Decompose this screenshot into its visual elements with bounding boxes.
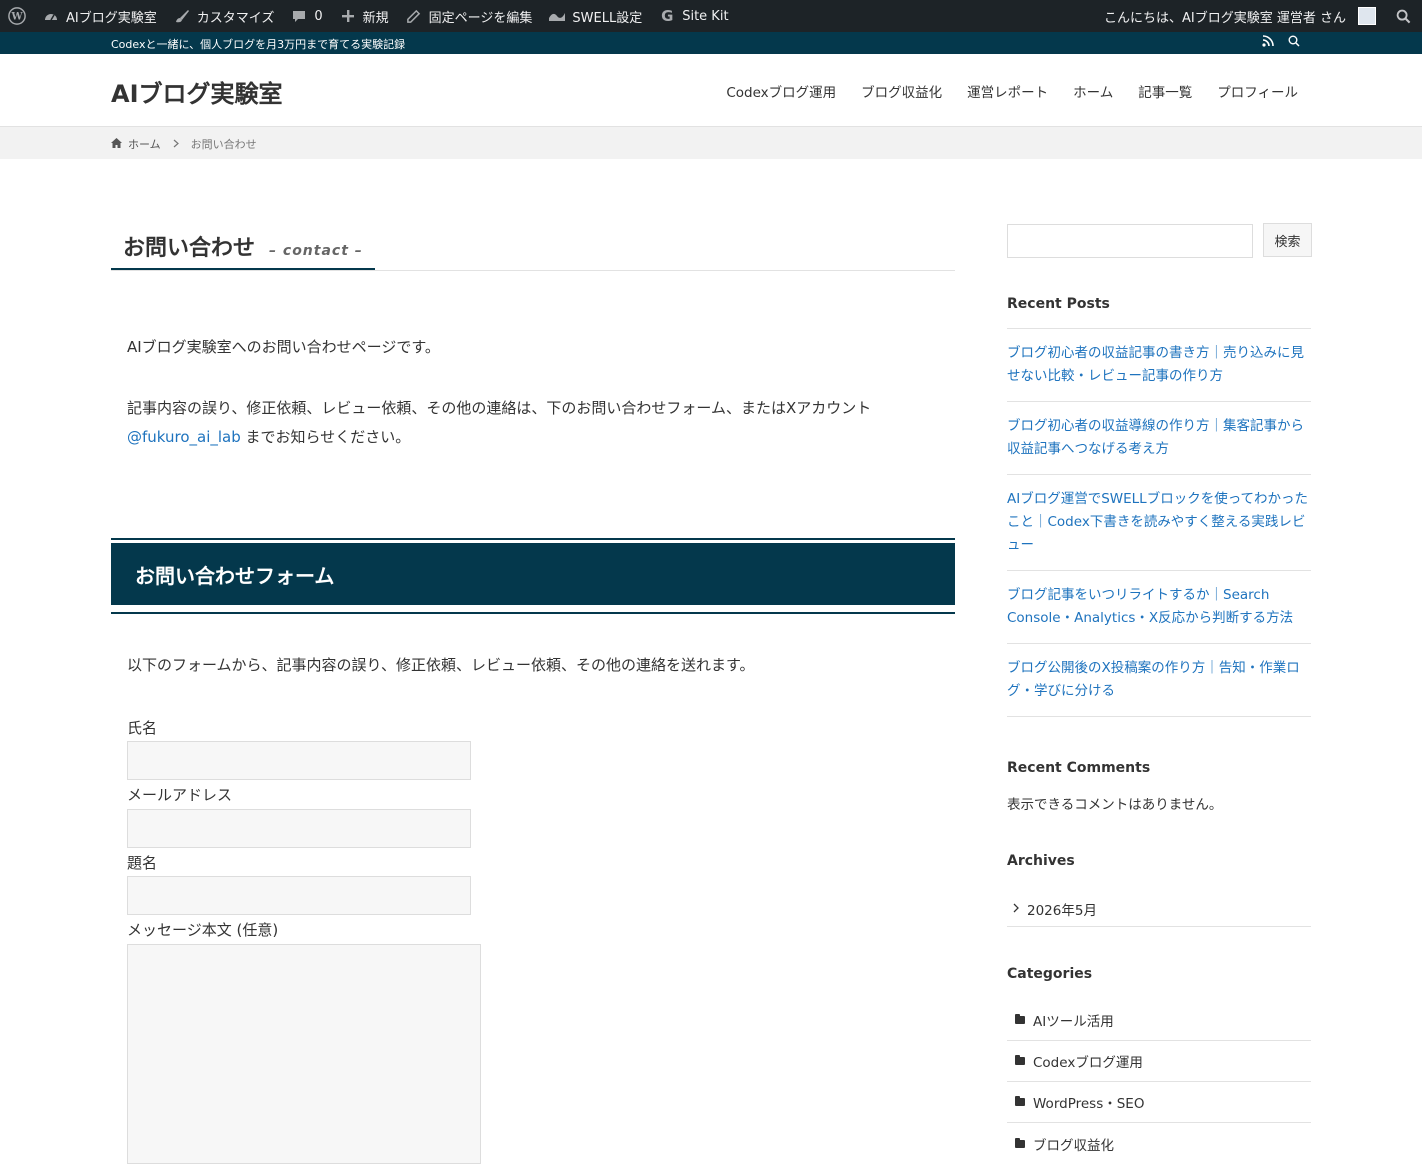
category-item[interactable]: AIツール活用 xyxy=(1007,1000,1311,1041)
recent-comments-title: Recent Comments xyxy=(1007,760,1151,776)
admin-comments[interactable]: 0 xyxy=(282,0,330,32)
nav-home[interactable]: ホーム xyxy=(1073,81,1113,101)
nav-blog-monetization[interactable]: ブログ収益化 xyxy=(861,81,942,101)
message-textarea[interactable] xyxy=(127,944,481,1164)
admin-site-kit[interactable]: G Site Kit xyxy=(650,0,736,32)
name-input[interactable] xyxy=(127,741,471,780)
form-heading: お問い合わせフォーム xyxy=(111,543,955,605)
info-bar: Codexと一緒に、個人ブログを月3万円まで育てる実験記録 xyxy=(0,32,1422,54)
site-title[interactable]: AIブログ実験室 xyxy=(111,74,283,109)
admin-customize[interactable]: カスタマイズ xyxy=(165,0,283,32)
email-label: メールアドレス xyxy=(127,786,233,804)
recent-post-link[interactable]: ブログ初心者の収益導線の作り方｜集客記事から収益記事へつなげる考え方 xyxy=(1007,402,1311,475)
folder-icon xyxy=(1015,1055,1025,1065)
page-subtitle: – contact – xyxy=(269,243,363,259)
admin-site-name-label: AIブログ実験室 xyxy=(66,10,157,26)
category-item[interactable]: Codexブログ運用 xyxy=(1007,1041,1311,1082)
recent-post-link[interactable]: ブログ初心者の収益記事の書き方｜売り込みに見せない比較・レビュー記事の作り方 xyxy=(1007,329,1311,402)
admin-bar: W AIブログ実験室 カスタマイズ 0 新規 固定ページを編集 SWELL設定 … xyxy=(0,0,1422,32)
description-text-end: までお知らせください。 xyxy=(240,428,411,446)
admin-account[interactable]: こんにちは、AIブログ実験室 運営者 さん xyxy=(1096,0,1384,32)
no-comments-text: 表示できるコメントはありません。 xyxy=(1007,797,1223,813)
admin-customize-label: カスタマイズ xyxy=(196,10,275,26)
swell-wave-icon xyxy=(548,7,566,25)
admin-edit-page[interactable]: 固定ページを編集 xyxy=(397,0,541,32)
description-text: 記事内容の誤り、修正依頼、レビュー依頼、その他の連絡は、下のお問い合わせフォーム… xyxy=(127,399,872,417)
category-label: AIツール活用 xyxy=(1033,1014,1114,1030)
comment-icon xyxy=(290,7,308,25)
category-item[interactable]: ブログ収益化 xyxy=(1007,1123,1311,1164)
rss-icon[interactable] xyxy=(1262,35,1274,50)
form-heading-box: お問い合わせフォーム xyxy=(111,538,955,614)
nav-profile[interactable]: プロフィール xyxy=(1217,81,1298,101)
description-paragraph: 記事内容の誤り、修正依頼、レビュー依頼、その他の連絡は、下のお問い合わせフォーム… xyxy=(127,394,937,452)
breadcrumb-home[interactable]: ホーム xyxy=(128,136,161,152)
admin-comments-count: 0 xyxy=(314,8,323,24)
x-account-link[interactable]: @fukuro_ai_lab xyxy=(127,428,241,446)
page-title: お問い合わせ xyxy=(123,236,256,261)
search-icon[interactable] xyxy=(1288,35,1300,50)
dashboard-icon xyxy=(42,7,60,25)
chevron-right-icon xyxy=(173,138,179,151)
google-g-icon: G xyxy=(661,7,674,25)
admin-swell-settings-label: SWELL設定 xyxy=(572,10,643,26)
recent-post-link[interactable]: AIブログ運営でSWELLブロックを使ってわかったこと｜Codex下書きを読みや… xyxy=(1007,475,1311,571)
wordpress-icon: W xyxy=(8,7,26,25)
svg-text:W: W xyxy=(10,12,23,23)
subject-input[interactable] xyxy=(127,876,471,915)
breadcrumb-current: お問い合わせ xyxy=(190,138,257,151)
admin-greeting: こんにちは、AIブログ実験室 運営者 さん xyxy=(1104,10,1346,26)
message-label: メッセージ本文 (任意) xyxy=(127,921,279,939)
home-icon xyxy=(111,137,122,151)
chevron-right-icon xyxy=(1013,901,1019,917)
category-label: ブログ収益化 xyxy=(1033,1137,1114,1154)
admin-edit-page-label: 固定ページを編集 xyxy=(428,10,533,26)
recent-posts-list: ブログ初心者の収益記事の書き方｜売り込みに見せない比較・レビュー記事の作り方 ブ… xyxy=(1007,328,1311,717)
admin-site-name[interactable]: AIブログ実験室 xyxy=(34,0,165,32)
recent-post-link[interactable]: ブログ記事をいつリライトするか｜Search Console・Analytics… xyxy=(1007,571,1311,644)
wordpress-logo-button[interactable]: W xyxy=(0,0,34,32)
site-header: AIブログ実験室 Codexブログ運用 ブログ収益化 運営レポート ホーム 記事… xyxy=(0,54,1422,127)
page-title-area: お問い合わせ – contact – xyxy=(111,230,955,271)
nav-articles[interactable]: 記事一覧 xyxy=(1138,81,1192,101)
recent-posts-title: Recent Posts xyxy=(1007,296,1110,312)
sidebar-search-button[interactable]: 検索 xyxy=(1263,223,1312,257)
sidebar-search-input[interactable] xyxy=(1007,224,1253,258)
avatar xyxy=(1358,7,1376,25)
breadcrumb: ホーム お問い合わせ xyxy=(0,127,1422,159)
nav-report[interactable]: 運営レポート xyxy=(967,81,1048,101)
folder-icon xyxy=(1015,1137,1025,1148)
admin-swell-settings[interactable]: SWELL設定 xyxy=(540,0,650,32)
subject-label: 題名 xyxy=(127,854,158,872)
admin-new[interactable]: 新規 xyxy=(331,0,397,32)
archive-label: 2026年5月 xyxy=(1027,902,1097,919)
plus-icon xyxy=(339,7,357,25)
folder-icon xyxy=(1015,1014,1025,1024)
admin-search-button[interactable] xyxy=(1384,0,1422,32)
name-label: 氏名 xyxy=(127,719,158,737)
folder-icon xyxy=(1015,1096,1025,1106)
brush-icon xyxy=(173,7,191,25)
form-intro: 以下のフォームから、記事内容の誤り、修正依頼、レビュー依頼、その他の連絡を送れま… xyxy=(127,656,755,674)
nav-codex-blog[interactable]: Codexブログ運用 xyxy=(726,81,836,101)
email-input[interactable] xyxy=(127,809,471,848)
categories-list: AIツール活用 Codexブログ運用 WordPress・SEO ブログ収益化 xyxy=(1007,1000,1311,1164)
search-icon xyxy=(1394,7,1412,25)
intro-paragraph: AIブログ実験室へのお問い合わせページです。 xyxy=(127,338,440,356)
archives-title: Archives xyxy=(1007,853,1075,869)
site-tagline: Codexと一緒に、個人ブログを月3万円まで育てる実験記録 xyxy=(111,38,406,51)
global-nav: Codexブログ運用 ブログ収益化 運営レポート ホーム 記事一覧 プロフィール xyxy=(726,81,1298,101)
category-label: Codexブログ運用 xyxy=(1033,1055,1143,1071)
archive-item[interactable]: 2026年5月 xyxy=(1007,891,1311,927)
category-item[interactable]: WordPress・SEO xyxy=(1007,1082,1311,1123)
pencil-icon xyxy=(405,7,423,25)
category-label: WordPress・SEO xyxy=(1033,1096,1145,1112)
admin-new-label: 新規 xyxy=(362,10,389,26)
categories-title: Categories xyxy=(1007,966,1093,982)
recent-post-link[interactable]: ブログ公開後のX投稿案の作り方｜告知・作業ログ・学びに分ける xyxy=(1007,644,1311,717)
admin-site-kit-label: Site Kit xyxy=(682,8,729,24)
